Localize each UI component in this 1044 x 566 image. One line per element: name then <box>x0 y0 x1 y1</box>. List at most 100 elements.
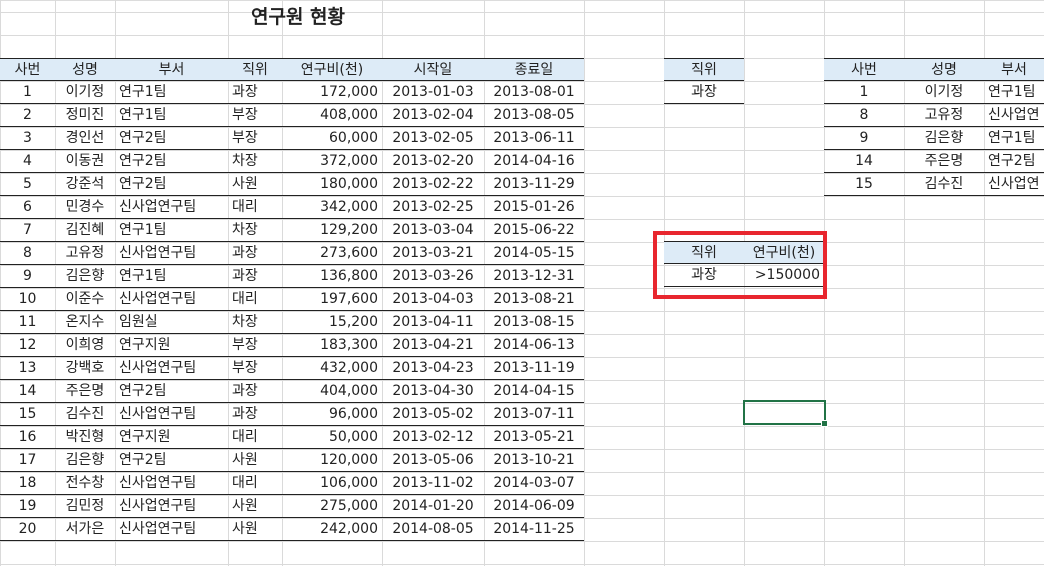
main-data-cell[interactable]: 183,300 <box>282 334 382 357</box>
main-data-cell[interactable]: 신사업연구팀 <box>115 403 228 426</box>
main-data-cell[interactable]: 이기정 <box>55 81 115 104</box>
main-data-cell[interactable]: 5 <box>0 173 55 196</box>
main-data-cell[interactable]: 강준석 <box>55 173 115 196</box>
result-data-cell[interactable]: 김수진 <box>904 173 984 196</box>
main-data-cell[interactable]: 연구지원 <box>115 426 228 449</box>
main-data-cell[interactable]: 8 <box>0 242 55 265</box>
main-data-cell[interactable]: 16 <box>0 426 55 449</box>
main-data-cell[interactable]: 17 <box>0 449 55 472</box>
main-header-cell[interactable]: 시작일 <box>382 58 484 81</box>
main-data-cell[interactable]: 정미진 <box>55 104 115 127</box>
main-data-cell[interactable]: 연구지원 <box>115 334 228 357</box>
main-data-cell[interactable]: 120,000 <box>282 449 382 472</box>
main-data-cell[interactable]: 2013-03-21 <box>382 242 484 265</box>
main-data-cell[interactable]: 273,600 <box>282 242 382 265</box>
main-data-cell[interactable]: 129,200 <box>282 219 382 242</box>
main-data-cell[interactable]: 2013-05-06 <box>382 449 484 472</box>
main-data-cell[interactable]: 연구1팀 <box>115 81 228 104</box>
main-data-cell[interactable]: 12 <box>0 334 55 357</box>
main-data-cell[interactable]: 2013-05-02 <box>382 403 484 426</box>
main-data-cell[interactable]: 이준수 <box>55 288 115 311</box>
main-data-cell[interactable]: 6 <box>0 196 55 219</box>
result-data-cell[interactable]: 연구2팀 <box>984 150 1044 173</box>
main-data-cell[interactable]: 2013-07-11 <box>484 403 584 426</box>
main-data-cell[interactable]: 2013-01-03 <box>382 81 484 104</box>
main-data-cell[interactable]: 과장 <box>228 265 282 288</box>
main-data-cell[interactable]: 차장 <box>228 219 282 242</box>
main-data-cell[interactable]: 부장 <box>228 104 282 127</box>
main-data-cell[interactable]: 과장 <box>228 81 282 104</box>
main-data-cell[interactable]: 2014-05-15 <box>484 242 584 265</box>
main-data-cell[interactable]: 부장 <box>228 357 282 380</box>
main-data-cell[interactable]: 2013-02-25 <box>382 196 484 219</box>
result-data-cell[interactable]: 김은향 <box>904 127 984 150</box>
main-data-cell[interactable]: 경인선 <box>55 127 115 150</box>
main-data-cell[interactable]: 연구1팀 <box>115 265 228 288</box>
main-data-cell[interactable]: 2013-08-15 <box>484 311 584 334</box>
main-data-cell[interactable]: 2013-03-26 <box>382 265 484 288</box>
main-data-cell[interactable]: 2014-06-13 <box>484 334 584 357</box>
main-data-cell[interactable]: 11 <box>0 311 55 334</box>
main-data-cell[interactable]: 차장 <box>228 150 282 173</box>
main-data-cell[interactable]: 2013-02-12 <box>382 426 484 449</box>
main-data-cell[interactable]: 20 <box>0 518 55 541</box>
main-data-cell[interactable]: 106,000 <box>282 472 382 495</box>
main-data-cell[interactable]: 사원 <box>228 449 282 472</box>
main-data-cell[interactable]: 연구1팀 <box>115 104 228 127</box>
main-data-cell[interactable]: 부장 <box>228 127 282 150</box>
main-data-cell[interactable]: 14 <box>0 380 55 403</box>
result-data-cell[interactable]: 이기정 <box>904 81 984 104</box>
main-data-cell[interactable]: 2014-08-05 <box>382 518 484 541</box>
main-data-cell[interactable]: 김수진 <box>55 403 115 426</box>
result-data-cell[interactable]: 1 <box>824 81 904 104</box>
main-data-cell[interactable]: 2013-08-05 <box>484 104 584 127</box>
main-data-cell[interactable]: 2013-11-29 <box>484 173 584 196</box>
main-data-cell[interactable]: 2 <box>0 104 55 127</box>
main-data-cell[interactable]: 10 <box>0 288 55 311</box>
main-data-cell[interactable]: 3 <box>0 127 55 150</box>
main-data-cell[interactable]: 신사업연구팀 <box>115 518 228 541</box>
main-data-cell[interactable]: 신사업연구팀 <box>115 288 228 311</box>
main-data-cell[interactable]: 2015-06-22 <box>484 219 584 242</box>
main-data-cell[interactable]: 사원 <box>228 173 282 196</box>
main-data-cell[interactable]: 2013-03-04 <box>382 219 484 242</box>
main-data-cell[interactable]: 과장 <box>228 242 282 265</box>
main-data-cell[interactable]: 김진혜 <box>55 219 115 242</box>
main-data-cell[interactable]: 2015-01-26 <box>484 196 584 219</box>
result-data-cell[interactable]: 8 <box>824 104 904 127</box>
main-data-cell[interactable]: 50,000 <box>282 426 382 449</box>
main-data-cell[interactable]: 180,000 <box>282 173 382 196</box>
main-data-cell[interactable]: 이희영 <box>55 334 115 357</box>
criteria1-header-cell[interactable]: 직위 <box>664 58 744 81</box>
main-data-cell[interactable]: 60,000 <box>282 127 382 150</box>
main-data-cell[interactable]: 연구1팀 <box>115 219 228 242</box>
main-data-cell[interactable]: 18 <box>0 472 55 495</box>
main-data-cell[interactable]: 부장 <box>228 334 282 357</box>
main-data-cell[interactable]: 15,200 <box>282 311 382 334</box>
main-data-cell[interactable]: 김은향 <box>55 449 115 472</box>
main-data-cell[interactable]: 박진형 <box>55 426 115 449</box>
main-header-cell[interactable]: 부서 <box>115 58 228 81</box>
main-header-cell[interactable]: 성명 <box>55 58 115 81</box>
main-data-cell[interactable]: 강백호 <box>55 357 115 380</box>
main-data-cell[interactable]: 연구2팀 <box>115 380 228 403</box>
result-data-cell[interactable]: 9 <box>824 127 904 150</box>
main-data-cell[interactable]: 1 <box>0 81 55 104</box>
result-data-cell[interactable]: 연구1팀 <box>984 127 1044 150</box>
main-data-cell[interactable]: 신사업연구팀 <box>115 242 228 265</box>
main-data-cell[interactable]: 2014-03-07 <box>484 472 584 495</box>
main-data-cell[interactable]: 2013-11-02 <box>382 472 484 495</box>
main-data-cell[interactable]: 2013-04-11 <box>382 311 484 334</box>
main-data-cell[interactable]: 372,000 <box>282 150 382 173</box>
main-data-cell[interactable]: 신사업연구팀 <box>115 357 228 380</box>
main-data-cell[interactable]: 김민정 <box>55 495 115 518</box>
main-data-cell[interactable]: 197,600 <box>282 288 382 311</box>
main-data-cell[interactable]: 2013-04-30 <box>382 380 484 403</box>
main-data-cell[interactable]: 신사업연구팀 <box>115 472 228 495</box>
result-data-cell[interactable]: 15 <box>824 173 904 196</box>
main-data-cell[interactable]: 서가은 <box>55 518 115 541</box>
main-data-cell[interactable]: 임원실 <box>115 311 228 334</box>
main-data-cell[interactable]: 7 <box>0 219 55 242</box>
main-data-cell[interactable]: 대리 <box>228 472 282 495</box>
main-data-cell[interactable]: 대리 <box>228 288 282 311</box>
